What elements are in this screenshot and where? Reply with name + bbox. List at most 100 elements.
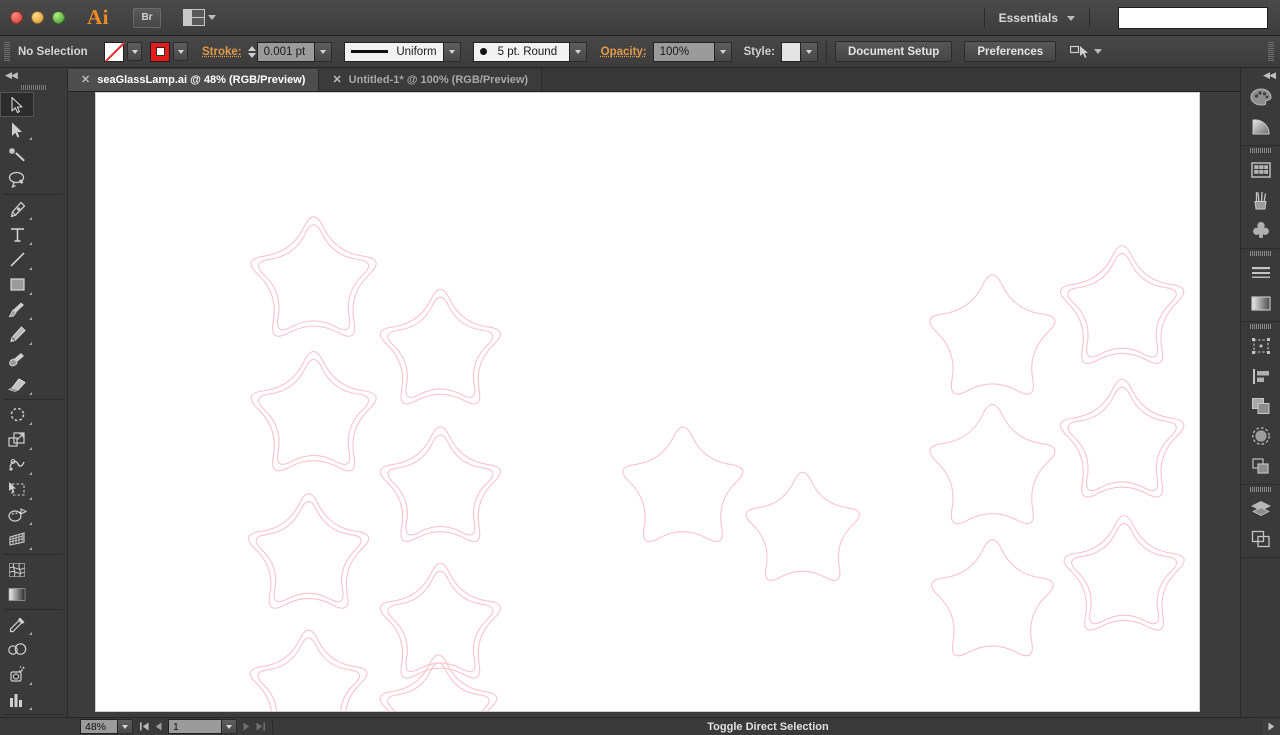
opacity-label[interactable]: Opacity: (601, 46, 647, 58)
panel-button-pathfinder[interactable] (1241, 391, 1280, 421)
tool-scale-tool[interactable] (0, 427, 34, 452)
tool-blend-tool[interactable] (0, 637, 34, 662)
control-bar-menu[interactable] (1268, 41, 1280, 62)
close-icon[interactable]: ✕ (332, 74, 341, 86)
zoom-level-combo[interactable]: 48% (80, 719, 133, 734)
zoom-level-dropdown[interactable] (118, 719, 133, 734)
status-text[interactable]: Toggle Direct Selection (273, 721, 1263, 733)
panel-button-appearance[interactable] (1241, 451, 1280, 481)
tool-type-tool[interactable] (0, 222, 34, 247)
tool-eraser-tool[interactable] (0, 372, 34, 397)
artboard-number-value[interactable]: 1 (168, 719, 222, 734)
graphic-style-combo[interactable] (780, 41, 818, 62)
opacity-combo[interactable]: 100% (652, 41, 732, 62)
minimize-window-button[interactable] (31, 11, 44, 24)
fill-swatch[interactable] (104, 41, 124, 62)
stroke-weight-stepper[interactable] (247, 45, 256, 58)
panel-button-swatches[interactable] (1241, 155, 1280, 185)
opacity-dropdown[interactable] (714, 41, 732, 62)
tool-direct-selection-tool[interactable] (0, 117, 34, 142)
star-path[interactable] (249, 629, 368, 711)
search-input[interactable] (1118, 7, 1268, 29)
preferences-button[interactable]: Preferences (964, 41, 1057, 62)
canvas-area[interactable] (68, 92, 1264, 717)
panel-button-stroke[interactable] (1241, 258, 1280, 288)
tool-width-tool[interactable] (0, 452, 34, 477)
graphic-style-swatch[interactable] (780, 41, 801, 62)
panel-group-grip[interactable] (1241, 485, 1280, 494)
stroke-weight-label[interactable]: Stroke: (202, 46, 242, 58)
document-tab-inactive[interactable]: ✕ Untitled-1* @ 100% (RGB/Preview) (319, 69, 543, 91)
brush-definition-dropdown[interactable] (569, 41, 587, 62)
star-path[interactable] (255, 501, 362, 603)
tool-eyedropper-tool[interactable] (0, 612, 34, 637)
close-window-button[interactable] (10, 11, 23, 24)
tool-shape-builder-tool[interactable] (0, 502, 34, 527)
star-path[interactable] (258, 224, 370, 331)
tool-line-segment-tool[interactable] (0, 247, 34, 272)
document-tab-active[interactable]: ✕ seaGlassLamp.ai @ 48% (RGB/Preview) (68, 69, 320, 91)
panel-dock-collapse-button[interactable]: ◀◀ (1241, 69, 1280, 82)
star-path[interactable] (1067, 253, 1177, 358)
artboard-number-combo[interactable]: 1 (168, 719, 237, 734)
star-path[interactable] (258, 358, 370, 465)
star-group-right-group-double[interactable] (1059, 245, 1185, 631)
star-group-center-group[interactable] (622, 426, 860, 581)
stroke-weight-combo[interactable]: 0.001 pt (256, 41, 332, 62)
star-path[interactable] (1071, 522, 1178, 625)
tool-symbol-sprayer-tool[interactable] (0, 662, 34, 687)
tool-pen-tool[interactable] (0, 197, 34, 222)
stroke-profile-value[interactable]: Uniform (343, 41, 444, 62)
tool-rectangle-tool[interactable] (0, 272, 34, 297)
artboard[interactable] (95, 92, 1200, 712)
panel-button-color-guide[interactable] (1241, 112, 1280, 142)
panel-button-symbols[interactable] (1241, 215, 1280, 245)
graphic-style-dropdown[interactable] (800, 41, 818, 62)
panel-group-grip[interactable] (1241, 249, 1280, 258)
star-path[interactable] (379, 562, 501, 679)
tool-free-transform-tool[interactable] (0, 477, 34, 502)
select-similar-objects-button[interactable] (1070, 45, 1103, 59)
panel-button-layers[interactable] (1241, 494, 1280, 524)
tool-mesh-tool[interactable] (0, 557, 34, 582)
prev-page-icon[interactable] (155, 722, 162, 731)
maximize-window-button[interactable] (52, 11, 65, 24)
stroke-profile-combo[interactable]: Uniform (343, 41, 461, 62)
brush-definition-combo[interactable]: 5 pt. Round (472, 41, 587, 62)
star-path[interactable] (622, 426, 744, 542)
star-path[interactable] (250, 216, 377, 337)
document-setup-button[interactable]: Document Setup (834, 41, 953, 62)
launch-bridge-button[interactable]: Br (133, 7, 161, 28)
star-path[interactable] (929, 403, 1056, 525)
star-path[interactable] (931, 539, 1054, 657)
star-path[interactable] (1059, 245, 1185, 364)
star-path[interactable] (387, 434, 494, 536)
stroke-weight-dropdown[interactable] (314, 41, 332, 62)
star-group-right-group-single[interactable] (929, 274, 1056, 657)
control-bar-overflow-grip[interactable] (1268, 41, 1274, 62)
workspace-switcher[interactable]: Essentials (999, 11, 1058, 25)
zoom-level-value[interactable]: 48% (80, 719, 118, 734)
panel-button-color[interactable] (1241, 82, 1280, 112)
status-menu-button[interactable] (1263, 718, 1280, 735)
star-path[interactable] (1067, 386, 1177, 492)
tool-gradient-tool[interactable] (0, 582, 34, 607)
next-page-icon[interactable] (243, 722, 250, 731)
panel-button-brushes[interactable] (1241, 185, 1280, 215)
star-path[interactable] (379, 426, 501, 542)
star-path[interactable] (1059, 378, 1185, 498)
artboard-number-dropdown[interactable] (222, 719, 237, 734)
star-path[interactable] (248, 493, 370, 609)
tools-panel-collapse-button[interactable]: ◀◀ (0, 69, 67, 82)
arrange-documents-button[interactable] (183, 9, 216, 26)
first-page-icon[interactable] (140, 722, 149, 731)
star-path[interactable] (257, 637, 360, 711)
fill-dropdown[interactable] (127, 42, 142, 61)
opacity-value[interactable]: 100% (652, 41, 715, 62)
tool-selection-tool[interactable] (0, 92, 34, 117)
panel-button-artboards[interactable] (1241, 524, 1280, 554)
star-path[interactable] (1063, 515, 1185, 631)
star-group-left-group[interactable] (248, 216, 501, 711)
star-path[interactable] (387, 570, 494, 673)
tools-panel-grip[interactable] (0, 82, 67, 92)
